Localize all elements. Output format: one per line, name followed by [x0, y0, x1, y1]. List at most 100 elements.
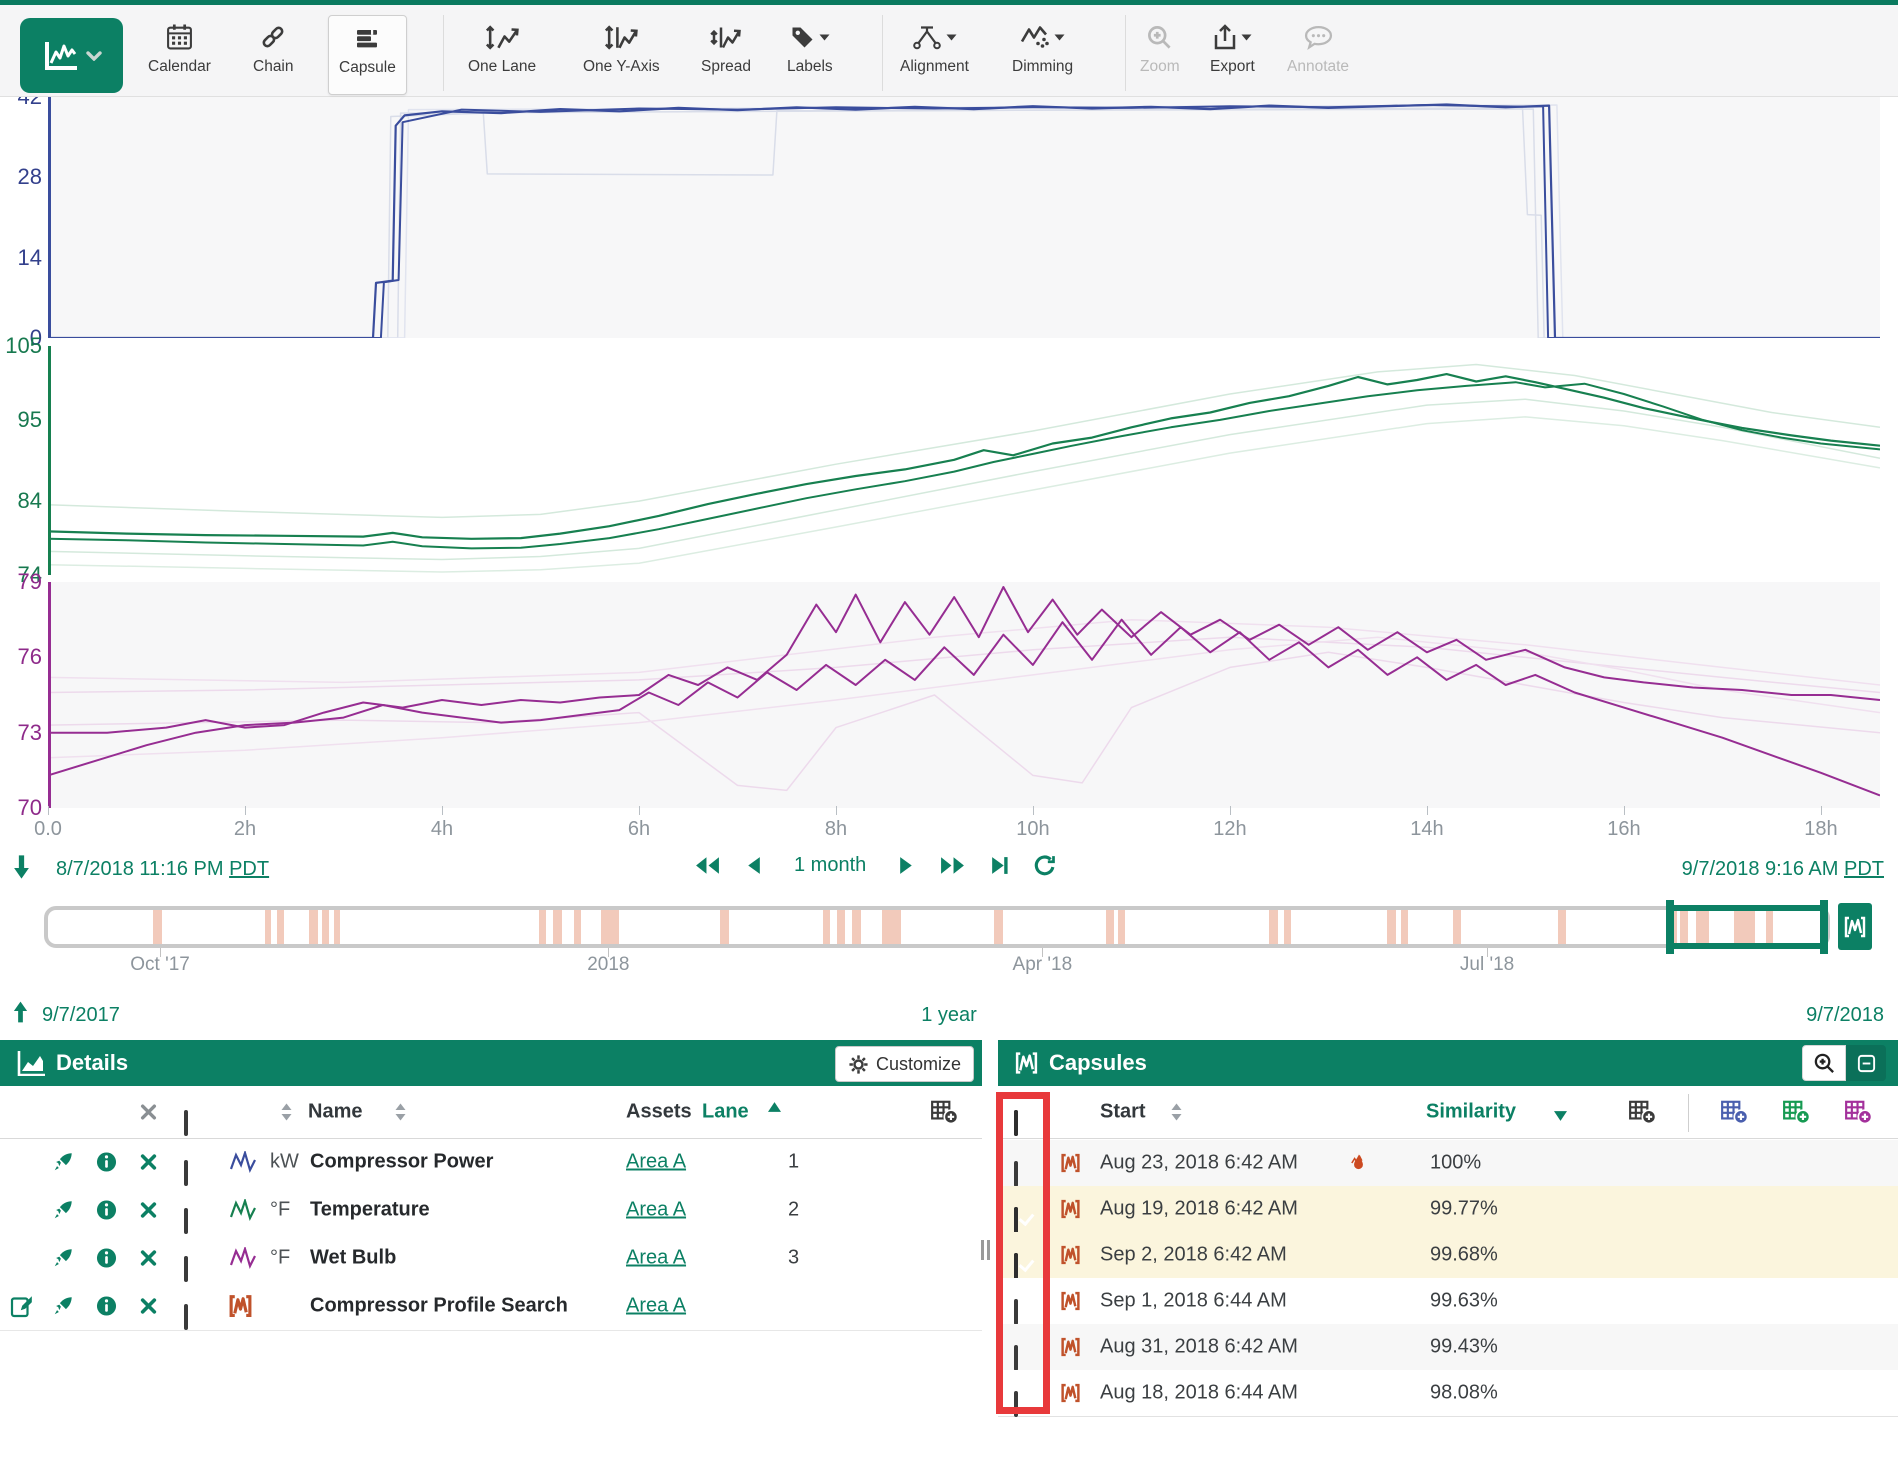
table-row-wet-bulb[interactable]: °F Wet Bulb Area A 3 [0, 1234, 982, 1283]
capsule-row[interactable]: Aug 31, 2018 6:42 AM 99.43% [998, 1324, 1898, 1371]
investigate-range-end[interactable]: 9/7/2018 [1806, 1004, 1884, 1027]
add-stat-column-power-button[interactable] [1720, 1099, 1749, 1125]
asset-link[interactable]: Area A [626, 1295, 686, 1318]
refresh-button[interactable] [1033, 854, 1056, 877]
column-header-assets[interactable]: Assets [626, 1101, 692, 1124]
item-info-button[interactable] [96, 1200, 117, 1221]
calendar-button[interactable]: Calendar [148, 19, 211, 91]
reference-profile-icon [1350, 1153, 1367, 1173]
capsule-time-button[interactable]: Capsule [328, 15, 407, 95]
y-axis-line [48, 582, 51, 808]
capsule-stripe [720, 910, 729, 944]
timeline-bar[interactable] [44, 906, 1830, 948]
x-tick-label: 18h [1781, 818, 1861, 841]
panel-resize-handle[interactable] [981, 1240, 993, 1260]
display-range-start[interactable]: 8/7/2018 11:16 PM PDT [56, 858, 269, 881]
capsule-checkbox[interactable] [1014, 1299, 1018, 1325]
y-tick-label: 84 [0, 488, 42, 514]
item-info-button[interactable] [96, 1152, 117, 1173]
step-forward-button[interactable] [898, 855, 915, 876]
column-header-name[interactable]: Name [308, 1101, 362, 1124]
caret-down-icon [1054, 33, 1065, 41]
edit-condition-button[interactable] [10, 1294, 34, 1318]
remove-item-button[interactable] [140, 1250, 157, 1267]
remove-item-button[interactable] [140, 1298, 157, 1315]
one-y-axis-button[interactable]: One Y-Axis [583, 19, 660, 91]
row-checkbox[interactable] [184, 1160, 188, 1186]
asset-link[interactable]: Area A [626, 1199, 686, 1222]
display-range-end[interactable]: 9/7/2018 9:16 AM PDT [1682, 858, 1884, 881]
timezone-link[interactable]: PDT [1844, 858, 1884, 880]
chart-lane-temperature[interactable] [48, 346, 1880, 575]
jump-to-end-button[interactable] [990, 855, 1009, 876]
row-checkbox[interactable] [184, 1304, 188, 1330]
worksheet-view-selector[interactable] [20, 18, 123, 93]
asset-link[interactable]: Area A [626, 1151, 686, 1174]
investigate-rocket-button[interactable] [52, 1247, 74, 1269]
fast-backward-button[interactable] [694, 855, 721, 876]
add-column-button[interactable] [930, 1099, 959, 1125]
remove-item-button[interactable] [140, 1202, 157, 1219]
customize-button[interactable]: Customize [835, 1046, 974, 1082]
signal-icon [230, 1151, 256, 1173]
capsule-checkbox[interactable] [1014, 1161, 1018, 1187]
select-all-capsules-checkbox[interactable] [1014, 1110, 1018, 1136]
remove-all-icon[interactable] [140, 1104, 157, 1121]
signal-name[interactable]: Wet Bulb [310, 1247, 396, 1270]
table-row-temperature[interactable]: °F Temperature Area A 2 [0, 1186, 982, 1235]
item-info-button[interactable] [96, 1296, 117, 1317]
zoom-to-capsule-button[interactable] [1802, 1045, 1846, 1081]
add-stat-column-wet-bulb-button[interactable] [1844, 1099, 1873, 1125]
spread-button[interactable]: Spread [701, 19, 751, 91]
timezone-link[interactable]: PDT [229, 858, 269, 880]
select-all-signals-checkbox[interactable] [184, 1110, 188, 1136]
row-checkbox[interactable] [184, 1256, 188, 1282]
export-button[interactable]: Export [1210, 19, 1255, 91]
capsule-checkbox[interactable] [1014, 1207, 1018, 1233]
dimming-button[interactable]: Dimming [1012, 19, 1073, 91]
alignment-button[interactable]: Alignment [900, 19, 969, 91]
chart-lane-wet-bulb[interactable] [48, 582, 1880, 808]
sort-icon[interactable] [1170, 1103, 1183, 1122]
sort-icon[interactable] [394, 1103, 407, 1122]
table-row-compressor-power[interactable]: kW Compressor Power Area A 1 [0, 1138, 982, 1187]
capsule-row[interactable]: Aug 23, 2018 6:42 AM 100% [998, 1140, 1898, 1187]
add-column-button[interactable] [1628, 1099, 1657, 1125]
signal-name[interactable]: Temperature [310, 1199, 430, 1222]
step-size-label[interactable]: 1 month [786, 854, 874, 877]
capsule-row[interactable]: Sep 1, 2018 6:44 AM 99.63% [998, 1278, 1898, 1325]
remove-item-button[interactable] [140, 1154, 157, 1171]
signal-icon [230, 1199, 256, 1221]
column-header-similarity[interactable]: Similarity [1426, 1101, 1516, 1124]
investigate-rocket-button[interactable] [52, 1151, 74, 1173]
column-header-lane[interactable]: Lane [702, 1101, 749, 1124]
condition-name[interactable]: Compressor Profile Search [310, 1295, 568, 1318]
step-backward-button[interactable] [745, 855, 762, 876]
capsule-checkbox[interactable] [1014, 1253, 1018, 1279]
capsule-checkbox[interactable] [1014, 1345, 1018, 1371]
signal-name[interactable]: Compressor Power [310, 1151, 493, 1174]
investigate-rocket-button[interactable] [52, 1199, 74, 1221]
timeline-capsule-button[interactable] [1838, 903, 1872, 950]
one-lane-button[interactable]: One Lane [468, 19, 536, 91]
capsule-row[interactable]: Aug 18, 2018 6:44 AM 98.08% [998, 1370, 1898, 1417]
column-header-start[interactable]: Start [1100, 1101, 1146, 1124]
labels-button[interactable]: Labels [787, 19, 833, 91]
timeline-selection[interactable] [1666, 900, 1829, 954]
table-row-compressor-profile-search[interactable]: Compressor Profile Search Area A [0, 1282, 982, 1331]
row-checkbox[interactable] [184, 1208, 188, 1234]
chart-lane-compressor-power[interactable] [48, 97, 1880, 338]
capsule-checkbox[interactable] [1014, 1391, 1018, 1417]
item-info-button[interactable] [96, 1248, 117, 1269]
seeq-workbench: Calendar Chain Capsule One Lane One Y-Ax… [0, 0, 1898, 1464]
capsule-row[interactable]: Aug 19, 2018 6:42 AM 99.77% [998, 1186, 1898, 1233]
capsule-row[interactable]: Sep 2, 2018 6:42 AM 99.68% [998, 1232, 1898, 1279]
investigate-rocket-button[interactable] [52, 1295, 74, 1317]
sort-icon[interactable] [280, 1103, 293, 1122]
add-stat-column-temperature-button[interactable] [1782, 1099, 1811, 1125]
chain-button[interactable]: Chain [253, 19, 294, 91]
collapse-panel-button[interactable] [1846, 1045, 1886, 1081]
asset-link[interactable]: Area A [626, 1247, 686, 1270]
investigate-range-duration[interactable]: 1 year [0, 1004, 1898, 1027]
fast-forward-button[interactable] [939, 855, 966, 876]
